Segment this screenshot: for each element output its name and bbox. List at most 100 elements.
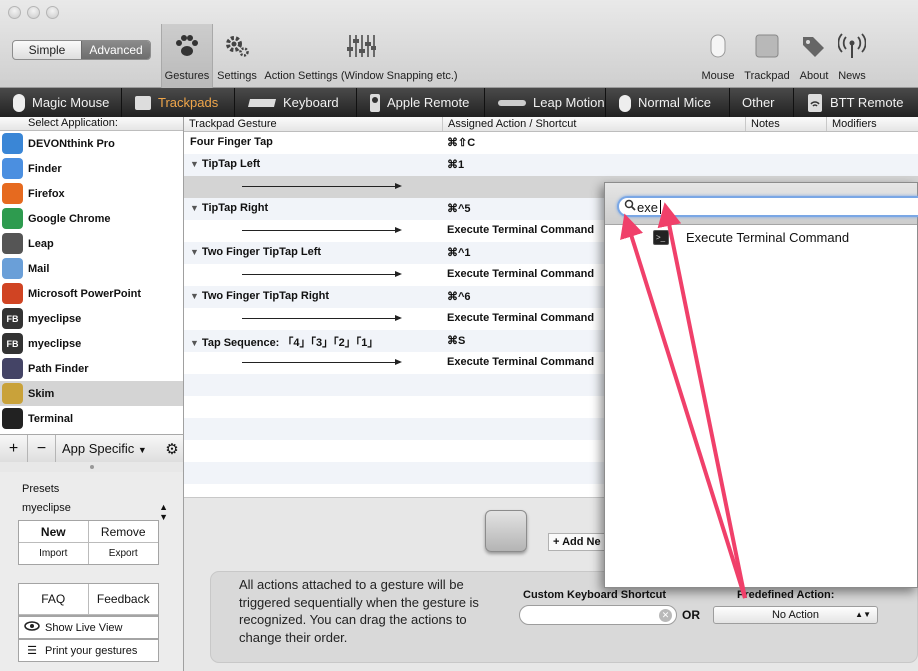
application-item[interactable]: Path Finder (0, 356, 183, 381)
toolbar-about-button[interactable]: About (796, 26, 832, 82)
search-value: exe (637, 200, 658, 215)
application-item[interactable]: Terminal (0, 406, 183, 431)
new-preset-button[interactable]: New (19, 521, 89, 543)
application-name: myeclipse (28, 337, 82, 350)
disclosure-triangle-icon[interactable]: ▼ (190, 203, 199, 213)
application-item[interactable]: Skim (0, 381, 183, 406)
app-icon (2, 233, 23, 254)
add-application-button[interactable]: + (0, 434, 28, 463)
gesture-table-header: Trackpad Gesture Assigned Action / Short… (184, 117, 918, 132)
tab-label: Leap Motion (533, 95, 605, 110)
disclosure-triangle-icon[interactable]: ▼ (190, 291, 199, 301)
eye-icon (19, 621, 45, 634)
application-item[interactable]: Google Chrome (0, 206, 183, 231)
tab-btt-remote[interactable]: BTT Remote (794, 88, 918, 117)
app-icon (2, 258, 23, 279)
column-header-action[interactable]: Assigned Action / Shortcut (443, 117, 746, 131)
toolbar-about-label: About (799, 70, 829, 82)
disclosure-triangle-icon[interactable]: ▼ (190, 247, 199, 257)
popover-search-bar: exe (605, 183, 918, 225)
gesture-name: ▼ Two Finger TipTap Right (190, 290, 329, 302)
wifi-remote-icon (806, 93, 824, 113)
application-item[interactable]: FB myeclipse (0, 306, 183, 331)
preset-current: myeclipse (22, 502, 71, 514)
tab-other[interactable]: Other (730, 88, 794, 117)
search-result-item[interactable]: >_ Execute Terminal Command (653, 230, 849, 245)
simple-mode-button[interactable]: Simple (13, 41, 81, 59)
tab-label: Normal Mice (638, 95, 711, 110)
app-icon (2, 408, 23, 429)
sliders-icon (264, 26, 458, 66)
gesture-name: ▼ Tap Sequence: 「4」「3」「2」「1」 (190, 334, 378, 350)
application-name: DEVONthink Pro (28, 137, 115, 150)
toolbar-gestures-button[interactable]: Gestures (161, 24, 213, 88)
print-gestures-button[interactable]: ☰ Print your gestures (18, 639, 159, 662)
feedback-button[interactable]: Feedback (88, 584, 158, 615)
assigned-action: ⌘S (447, 335, 466, 347)
clear-field-icon[interactable]: ✕ (659, 609, 672, 622)
toolbar-settings-button[interactable]: Settings (215, 26, 259, 82)
tab-label: Apple Remote (387, 95, 470, 110)
app-icon (2, 208, 23, 229)
predefined-action-select[interactable]: No Action ▲▼ (713, 606, 878, 624)
tab-magic-mouse[interactable]: Magic Mouse (0, 88, 122, 117)
show-live-view-button[interactable]: Show Live View (18, 616, 159, 639)
toolbar-action-settings-button[interactable]: Action Settings (Window Snapping etc.) (264, 26, 458, 82)
application-item[interactable]: Mail (0, 256, 183, 281)
import-preset-button[interactable]: Import (19, 543, 89, 564)
tab-leap-motion[interactable]: Leap Motion (485, 88, 606, 117)
remove-preset-button[interactable]: Remove (88, 521, 158, 543)
advanced-mode-button[interactable]: Advanced (81, 41, 150, 59)
disclosure-triangle-icon[interactable]: ▼ (190, 159, 199, 169)
tab-apple-remote[interactable]: Apple Remote (357, 88, 485, 117)
assigned-action: ⌘⇧C (447, 137, 476, 149)
minimize-window-button[interactable] (27, 6, 40, 19)
column-header-modifiers[interactable]: Modifiers (827, 117, 918, 131)
print-gestures-label: Print your gestures (45, 644, 138, 657)
app-icon (2, 133, 23, 154)
gear-icon[interactable]: ⚙ (161, 440, 183, 458)
predefined-action-label: Predefined Action: (737, 589, 835, 601)
application-item[interactable]: DEVONthink Pro (0, 131, 183, 156)
action-search-input[interactable]: exe (617, 196, 918, 217)
application-item[interactable]: Microsoft PowerPoint (0, 281, 183, 306)
action-sequence-arrow (242, 227, 402, 233)
application-item[interactable]: FB myeclipse (0, 331, 183, 356)
application-item[interactable]: Leap (0, 231, 183, 256)
chevron-down-icon: ▼ (137, 445, 147, 455)
paw-icon (162, 26, 212, 66)
preset-selector[interactable]: myeclipse ▲ ▼ (22, 502, 168, 522)
application-list-header: Select Application: (0, 117, 183, 131)
close-window-button[interactable] (8, 6, 21, 19)
toolbar-trackpad-button[interactable]: Trackpad (743, 26, 791, 82)
export-preset-button[interactable]: Export (89, 543, 159, 564)
application-item[interactable]: Firefox (0, 181, 183, 206)
custom-shortcut-field[interactable]: ✕ (519, 605, 677, 625)
column-header-notes[interactable]: Notes (746, 117, 827, 131)
gesture-row[interactable]: Four Finger Tap ⌘⇧C (184, 132, 918, 154)
toolbar-mouse-button[interactable]: Mouse (699, 26, 737, 82)
toolbar-news-button[interactable]: News (835, 26, 869, 82)
remove-application-button[interactable]: − (28, 434, 56, 463)
gesture-row[interactable]: ▼ TipTap Left ⌘1 (184, 154, 918, 176)
trackpad-icon (134, 95, 152, 111)
disclosure-triangle-icon[interactable]: ▼ (190, 338, 199, 348)
gesture-name-text: Four Finger Tap (190, 136, 273, 148)
gesture-name-text: TipTap Right (201, 202, 269, 214)
tab-label: Magic Mouse (32, 95, 110, 110)
zoom-window-button[interactable] (46, 6, 59, 19)
application-item[interactable]: Finder (0, 156, 183, 181)
column-header-gesture[interactable]: Trackpad Gesture (184, 117, 443, 131)
app-icon (2, 283, 23, 304)
app-specific-dropdown[interactable]: App Specific ▼ (56, 441, 161, 456)
application-name: Path Finder (28, 362, 89, 375)
tab-normal-mice[interactable]: Normal Mice (606, 88, 730, 117)
gesture-name: Four Finger Tap (190, 136, 273, 148)
tab-trackpads[interactable]: Trackpads (122, 88, 235, 117)
split-view-divider[interactable] (0, 462, 184, 472)
action-sequence-arrow (242, 183, 402, 189)
assigned-action: ⌘^6 (447, 291, 471, 303)
faq-button[interactable]: FAQ (19, 584, 89, 615)
tab-keyboard[interactable]: Keyboard (235, 88, 357, 117)
record-gesture-button[interactable] (485, 510, 527, 552)
